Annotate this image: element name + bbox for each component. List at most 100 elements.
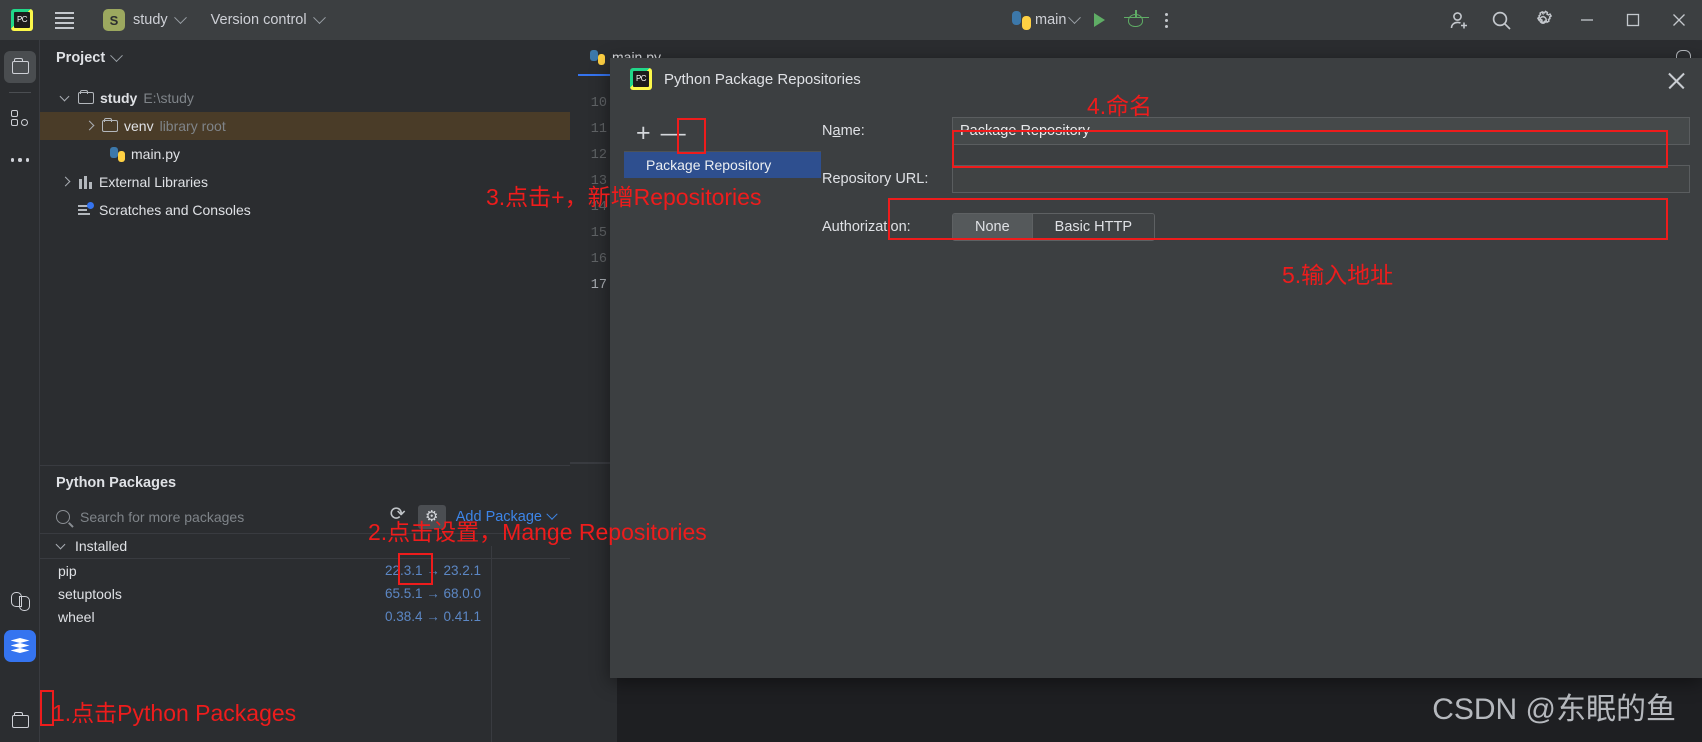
window-close-button[interactable] [1656,0,1702,40]
annotation-2: 2.点击设置，Mange Repositories [368,519,707,545]
name-field-row: Name: Package Repository [822,116,1690,146]
tree-label: study [100,90,138,106]
chevron-down-icon[interactable] [1068,10,1082,24]
chevron-right-icon[interactable] [60,176,72,188]
auth-option-none[interactable]: None [953,214,1032,240]
package-name: setuptools [58,585,122,602]
name-field[interactable]: Package Repository [952,117,1690,145]
hamburger-icon[interactable] [47,0,81,40]
sidebar-item-python-packages[interactable] [0,625,40,667]
chevron-down-icon[interactable] [60,92,72,104]
window-minimize-button[interactable] [1564,0,1610,40]
sidebar-item-bottom-folder[interactable] [0,700,40,742]
title-bar-left: PC S study Version control [0,0,326,40]
project-selector[interactable]: S study [103,9,187,31]
chevron-right-icon[interactable] [84,120,96,132]
authorization-row: Authorization: None Basic HTTP [822,212,1690,242]
folder-icon [11,711,29,728]
structure-icon [11,110,29,126]
python-package-repositories-dialog: PC Python Package Repositories + — Packa… [610,58,1702,678]
column-divider [491,546,492,742]
python-icon [1012,10,1031,30]
remove-repository-button[interactable]: — [661,121,686,146]
layers-icon [10,638,30,654]
annotation-3: 3.点击+，新增Repositories [486,184,762,210]
pycharm-logo-icon: PC [630,68,652,90]
package-name: wheel [58,608,95,625]
chevron-down-icon [312,10,326,24]
annotation-4: 4.命名 [1087,93,1153,119]
annotation-5: 5.输入地址 [1282,262,1394,288]
window-maximize-button[interactable] [1610,0,1656,40]
chevron-down-icon [173,10,187,24]
more-actions-icon[interactable] [1155,12,1178,28]
package-version: 0.38.4 → 0.41.1 [385,609,482,624]
ellipsis-icon [10,158,30,162]
project-tool-window: Project study E:\study venv library root… [40,40,570,465]
search-icon[interactable] [1480,0,1522,40]
python-console-icon [10,591,30,611]
url-label: Repository URL: [822,171,929,187]
activity-bar [0,40,40,742]
tree-row-main-py[interactable]: main.py [40,140,570,168]
list-item[interactable]: Package Repository [624,152,821,178]
watermark: CSDN @东眠的鱼 [1432,693,1676,726]
sidebar-item-more[interactable] [0,139,40,181]
folder-icon [102,117,118,132]
run-configuration-name[interactable]: main [1035,12,1066,28]
tree-label: main.py [131,146,181,162]
sidebar-item-structure[interactable] [0,97,40,139]
search-icon [56,509,70,524]
run-widget: main [1012,0,1178,40]
dialog-header: PC Python Package Repositories [610,58,1702,100]
package-version: 65.5.1 → 68.0.0 [385,586,482,601]
python-file-icon [110,146,125,162]
name-label: Name: [822,123,865,139]
tree-label: External Libraries [99,174,208,190]
packages-panel-title: Python Packages [56,475,177,491]
chevron-down-icon[interactable] [110,48,124,62]
debug-button[interactable] [1119,4,1151,36]
tree-hint: E:\study [143,90,194,106]
library-icon [78,175,93,189]
add-repository-button[interactable]: + [636,121,651,146]
tree-label: venv [124,118,154,134]
tree-hint: library root [159,118,226,134]
project-panel-header[interactable]: Project [40,40,570,76]
dialog-title: Python Package Repositories [664,70,861,88]
line-number-current: 17 [590,278,607,293]
title-bar: PC S study Version control main [0,0,1702,40]
python-file-icon [590,49,605,65]
search-input[interactable]: Search for more packages [80,509,380,525]
sidebar-item-project[interactable] [0,46,40,88]
tree-row-study[interactable]: study E:\study [40,84,570,112]
package-name: pip [58,562,77,579]
authorization-segmented-control: None Basic HTTP [952,213,1156,241]
auth-option-basic-http[interactable]: Basic HTTP [1031,214,1155,240]
tree-row-venv[interactable]: venv library root [40,112,570,140]
add-user-icon[interactable] [1438,0,1480,40]
sidebar-item-python-console[interactable] [0,580,40,622]
authorization-label: Authorization: [822,219,911,235]
version-control-menu[interactable]: Version control [211,10,326,28]
project-badge: S [103,9,125,31]
package-version: 22.3.1 → 23.2.1 [385,563,482,578]
divider [8,92,31,93]
tree-label: Scratches and Consoles [99,202,251,218]
line-number: 15 [590,226,607,241]
repository-detail-form: Name: Package Repository Repository URL:… [822,116,1690,260]
run-button[interactable] [1083,4,1115,36]
line-number: 16 [590,252,607,267]
chevron-down-icon [56,540,68,552]
gear-icon[interactable] [1522,0,1564,40]
line-number: 10 [590,96,607,111]
close-icon[interactable] [1666,70,1688,92]
scratches-icon [78,202,94,217]
url-field-row: Repository URL: [822,164,1690,194]
pycharm-logo-icon: PC [11,9,33,31]
annotation-1: 1.点击Python Packages [52,700,297,726]
line-number: 12 [590,148,607,163]
line-number: 11 [590,122,607,137]
repository-url-field[interactable] [952,165,1690,193]
project-name: study [133,12,168,28]
